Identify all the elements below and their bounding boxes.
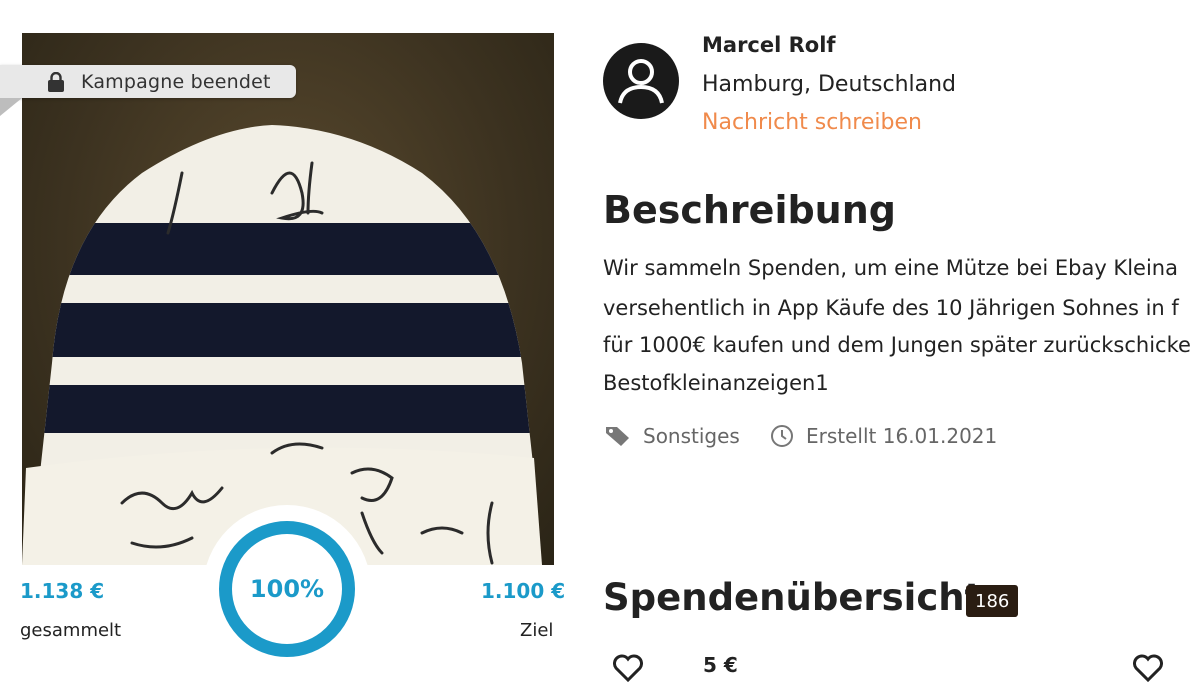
- goal-amount: 1.100 €: [481, 579, 566, 603]
- send-message-link[interactable]: Nachricht schreiben: [702, 110, 922, 135]
- raised-amount: 1.138 €: [20, 579, 105, 603]
- campaign-photo[interactable]: [22, 33, 554, 565]
- description-line: Bestofkleinanzeigen1: [603, 371, 829, 395]
- badge-fold-decoration: [0, 98, 22, 116]
- raised-label: gesammelt: [20, 620, 122, 641]
- donation-amount: 5 €: [703, 653, 738, 677]
- heart-icon[interactable]: [613, 654, 643, 682]
- progress-ring: 100%: [219, 521, 355, 657]
- heart-icon[interactable]: [1133, 654, 1163, 682]
- description-line: Wir sammeln Spenden, um eine Mütze bei E…: [603, 256, 1178, 280]
- created-date-label: Erstellt 16.01.2021: [806, 424, 998, 448]
- donations-count-badge: 186: [966, 585, 1019, 617]
- progress-indicator: 100%: [203, 505, 371, 673]
- progress-percent: 100%: [249, 575, 325, 603]
- user-avatar-icon[interactable]: [603, 43, 679, 119]
- organizer-name[interactable]: Marcel Rolf: [702, 33, 836, 57]
- clock-icon: [771, 425, 793, 447]
- organizer-location: Hamburg, Deutschland: [702, 72, 957, 97]
- description-line: versehentlich in App Käufe des 10 Jährig…: [603, 296, 1179, 320]
- beanie-illustration: [22, 125, 542, 565]
- category-tag[interactable]: Sonstiges: [605, 424, 740, 448]
- goal-label: Ziel: [520, 620, 554, 641]
- campaign-status-text: Kampagne beendet: [81, 70, 271, 93]
- donations-heading: Spendenübersicht: [603, 576, 983, 619]
- created-date: Erstellt 16.01.2021: [770, 424, 997, 448]
- description-line: für 1000€ kaufen und dem Jungen später z…: [603, 333, 1191, 357]
- tag-icon: [606, 427, 629, 446]
- campaign-ended-badge: Kampagne beendet: [0, 65, 296, 98]
- description-heading: Beschreibung: [603, 188, 896, 232]
- category-label: Sonstiges: [643, 424, 740, 448]
- lock-icon: [48, 72, 64, 92]
